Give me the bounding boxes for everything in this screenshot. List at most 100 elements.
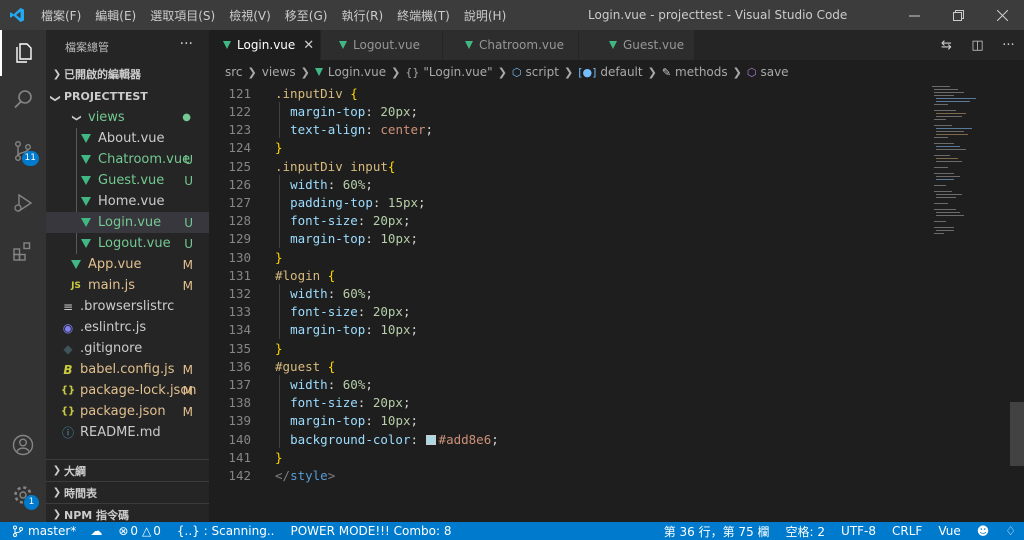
close-window-button[interactable] [980,0,1024,30]
vue-file-icon [78,197,94,206]
file-item-selected[interactable]: Login.vue U [46,212,209,233]
line-number: 131 [228,268,251,283]
scm-badge: 11 [21,151,39,166]
code-line: font-size: 20px; [290,213,411,228]
menu-selection[interactable]: 選取項目(S) [143,7,222,24]
sync-icon[interactable]: ☁ [82,524,110,538]
menu-terminal[interactable]: 終端機(T) [390,7,457,24]
vue-file-icon [314,68,323,76]
line-number: 135 [228,341,251,356]
file-item[interactable]: B babel.config.js M [46,359,209,380]
code-editor[interactable]: 121 122 123 124 125 126 127 128 129 130 … [209,84,1024,522]
project-section[interactable]: ❯ PROJECTTEST [46,85,209,107]
extensions-icon[interactable] [0,228,46,274]
close-tab-icon[interactable]: ✕ [303,38,314,53]
wrench-icon: ✎ [661,65,672,79]
code-line: } [275,341,283,356]
chevron-right-icon: ❯ [497,65,507,79]
file-item[interactable]: JS main.js M [46,275,209,296]
explorer-more-icon[interactable]: ··· [180,36,193,52]
file-item[interactable]: About.vue [46,128,209,149]
notifications-bell-icon[interactable]: ♢ [997,524,1024,538]
language-mode[interactable]: Vue [930,524,968,538]
line-number: 137 [228,377,251,392]
tab-login[interactable]: Login.vue ✕ [209,30,321,60]
file-label: Logout.vue [98,236,171,251]
more-actions-icon[interactable]: ··· [993,38,1024,53]
scanning-status[interactable]: {..} : Scanning.. [169,524,283,538]
restore-button[interactable] [936,0,980,30]
tab-logout[interactable]: Logout.vue [321,30,443,60]
crumb-views[interactable]: views [262,65,296,79]
chevron-right-icon: ❯ [52,487,62,498]
file-item[interactable]: Logout.vue U [46,233,209,254]
chevron-right-icon: ❯ [247,65,257,79]
manage-gear-icon[interactable]: 1 [0,472,46,518]
code-line: .inputDiv { [275,86,358,101]
remote-indicator[interactable]: master* [0,524,82,538]
line-number: 122 [228,104,251,119]
menu-go[interactable]: 移至(G) [278,7,335,24]
crumb-file[interactable]: Login.vue [328,65,386,79]
minimap[interactable] [930,84,1010,244]
file-item[interactable]: {} package.json M [46,401,209,422]
chevron-right-icon: ❯ [732,65,742,79]
minimize-button[interactable] [892,0,936,30]
file-item[interactable]: ≡ .browserslistrc [46,296,209,317]
menu-run[interactable]: 執行(R) [334,7,390,24]
line-number: 133 [228,304,251,319]
explorer-header: 檔案總管 ··· [46,30,209,63]
file-label: Login.vue [98,215,162,230]
file-item[interactable]: ◉ .eslintrc.js [46,317,209,338]
file-item[interactable]: {} package-lock.json M [46,380,209,401]
file-label: .gitignore [80,341,143,356]
tab-guest[interactable]: Guest.vue [579,30,695,60]
source-control-icon[interactable]: 11 [0,128,46,174]
code-line: } [275,450,283,465]
line-number: 141 [228,450,251,465]
indentation[interactable]: 空格: 2 [778,523,834,540]
code-line: padding-top: 15px; [290,195,426,210]
crumb-default[interactable]: default [600,65,642,79]
code-line: #guest { [275,359,336,374]
timeline-section[interactable]: ❯ 時間表 [46,481,209,503]
encoding[interactable]: UTF-8 [833,524,884,538]
crumb-save[interactable]: save [760,65,788,79]
npm-scripts-section[interactable]: ❯ NPM 指令碼 [46,503,209,522]
accounts-icon[interactable] [0,422,46,468]
menu-file[interactable]: 檔案(F) [34,7,88,24]
scrollbar-thumb[interactable] [1010,402,1024,466]
search-icon[interactable] [0,76,46,122]
file-label: App.vue [88,257,142,272]
open-editors-section[interactable]: ❯ 已開啟的編輯器 [46,63,209,85]
editor-scrollbar[interactable] [1010,84,1024,522]
feedback-icon[interactable]: ☻ [969,524,998,538]
explorer-icon[interactable] [0,30,46,76]
folder-views[interactable]: ❯ views ● [46,107,209,128]
git-icon: ◆ [63,341,73,356]
split-editor-icon[interactable]: ◫ [962,38,993,53]
file-item[interactable]: Chatroom.vue U [46,149,209,170]
file-item[interactable]: ◆ .gitignore [46,338,209,359]
tab-chatroom[interactable]: Chatroom.vue [443,30,579,60]
problems-indicator[interactable]: ⊗ 0 △ 0 [110,524,169,538]
crumb-quoted-file[interactable]: "Login.vue" [423,65,492,79]
color-swatch[interactable] [425,435,436,445]
cursor-position[interactable]: 第 36 行，第 75 欄 [656,523,778,540]
file-status: M [182,278,193,293]
file-item[interactable]: Guest.vue U [46,170,209,191]
file-item[interactable]: App.vue M [46,254,209,275]
menu-view[interactable]: 檢視(V) [222,7,278,24]
crumb-src[interactable]: src [225,65,243,79]
file-label: Guest.vue [98,173,165,188]
menu-edit[interactable]: 編輯(E) [88,7,143,24]
end-of-line[interactable]: CRLF [884,524,930,538]
file-item[interactable]: Home.vue [46,191,209,212]
file-item[interactable]: ⓘ README.md [46,422,209,443]
crumb-script[interactable]: script [526,65,559,79]
crumb-methods[interactable]: methods [675,65,728,79]
run-debug-icon[interactable] [0,180,46,226]
compare-changes-icon[interactable]: ⇆ [931,38,962,53]
menu-help[interactable]: 說明(H) [457,7,513,24]
outline-section[interactable]: ❯ 大綱 [46,459,209,481]
